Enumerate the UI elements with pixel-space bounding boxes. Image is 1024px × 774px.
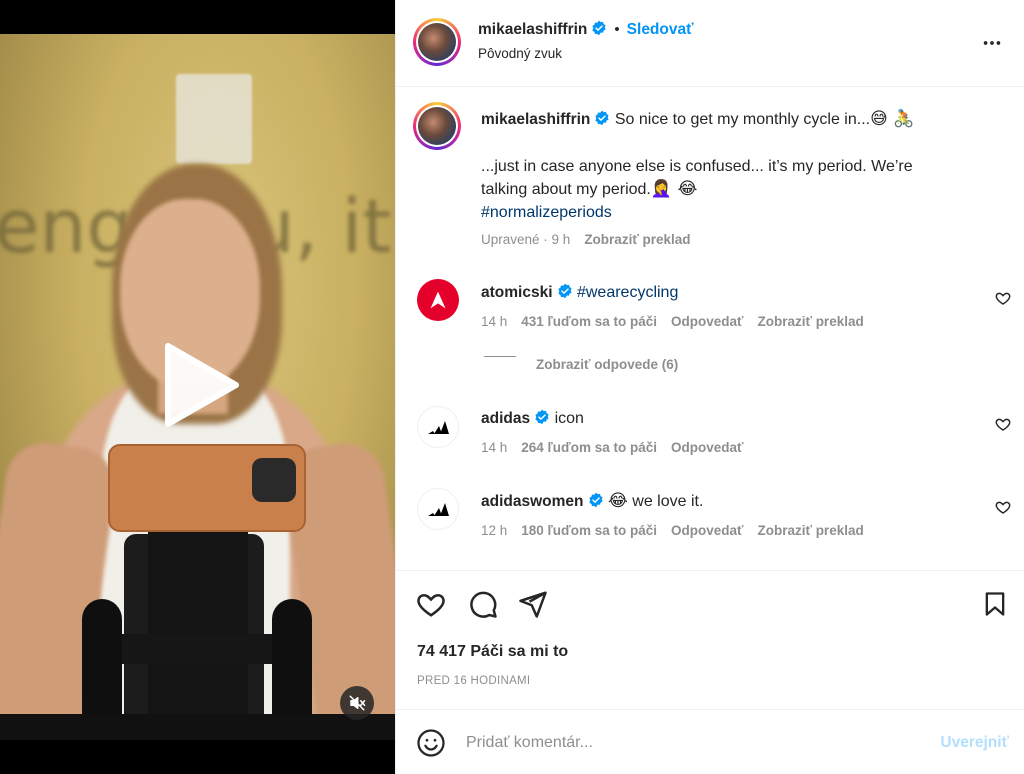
comment-like-heart-icon[interactable] — [995, 499, 1011, 520]
verified-badge-icon — [591, 20, 607, 41]
comment-adidas: adidas icon 14 h 264 ľuďom sa to páči Odpo… — [481, 407, 743, 455]
comment-hashtag[interactable]: #wearecycling — [577, 284, 678, 301]
comment-emoji: 😂 — [607, 491, 628, 511]
reply-button[interactable]: Odpovedať — [671, 440, 743, 455]
comment-like-heart-icon[interactable] — [995, 416, 1011, 437]
atomicski-avatar[interactable] — [417, 279, 459, 321]
caption-emojis-1: 😅 🚴 — [870, 109, 915, 129]
phone-camera — [252, 458, 296, 502]
phone-on-mount — [108, 444, 306, 532]
caption-line-2: ...just in case anyone else is confused.… — [481, 158, 913, 175]
audio-label[interactable]: Pôvodný zvuk — [478, 46, 562, 61]
separator-dot: • — [614, 21, 620, 38]
caption-line-1: So nice to get my monthly cycle in... — [614, 111, 871, 128]
follow-button[interactable]: Sledovať — [627, 21, 694, 38]
video-player[interactable]: enge ou, it — [0, 0, 395, 774]
translate-link[interactable]: Zobraziť preklad — [757, 314, 863, 329]
three-dots-icon[interactable] — [981, 32, 1003, 59]
bike-crossbar — [100, 634, 300, 664]
play-icon[interactable] — [158, 340, 242, 430]
verified-badge-icon — [557, 283, 573, 306]
save-bookmark-icon[interactable] — [981, 589, 1009, 624]
author-username[interactable]: mikaelashiffrin — [478, 21, 587, 38]
verified-badge-icon — [588, 492, 604, 515]
like-count[interactable]: 74 417 Páči sa mi to — [417, 643, 568, 661]
comment-text: icon — [554, 410, 584, 427]
author-avatar[interactable] — [413, 18, 461, 66]
comment-input[interactable] — [466, 730, 916, 756]
comment-time[interactable]: 14 h — [481, 314, 507, 329]
comment-time[interactable]: 14 h — [481, 440, 507, 455]
comment-bubble-icon[interactable] — [468, 589, 498, 624]
caption-translate-link[interactable]: Zobraziť preklad — [584, 232, 690, 247]
caption-hashtag[interactable]: #normalizeperiods — [481, 201, 1001, 224]
caption-emojis-3: 🤦‍♀️ 😂 — [650, 179, 698, 199]
speaker-muted-icon[interactable] — [340, 686, 374, 720]
comment-adidaswomen: adidaswomen 😂 we love it. 12 h 180 ľuďom … — [481, 490, 864, 538]
comments-list[interactable]: mikaelashiffrin So nice to get my monthl… — [396, 88, 1024, 570]
comment-author[interactable]: adidaswomen — [481, 493, 584, 510]
comment-likes[interactable]: 180 ľuďom sa to páči — [521, 523, 657, 538]
comment-like-heart-icon[interactable] — [995, 290, 1011, 311]
post-panel: mikaelashiffrin • Sledovať Pôvodný zvuk mi… — [395, 0, 1024, 774]
share-paper-plane-icon[interactable] — [518, 589, 548, 624]
comment-likes[interactable]: 431 ľuďom sa to páči — [521, 314, 657, 329]
caption-line-3: talking about my period. — [481, 181, 651, 198]
caption-edited-time[interactable]: Upravené · 9 h — [481, 232, 570, 247]
emoji-smiley-icon[interactable] — [416, 728, 446, 763]
wall-sign — [176, 74, 252, 164]
post-comment-button[interactable]: Uverejniť — [940, 734, 1009, 752]
like-heart-icon[interactable] — [416, 589, 446, 624]
adidaswomen-avatar[interactable] — [417, 488, 459, 530]
caption-author[interactable]: mikaelashiffrin — [481, 111, 590, 128]
reply-button[interactable]: Odpovedať — [671, 523, 743, 538]
comment-text: we love it. — [632, 493, 704, 510]
bike-handlebar — [0, 714, 395, 740]
comment-atomicski: atomicski #wearecycling 14 h 431 ľuďom sa… — [481, 281, 864, 329]
posted-time[interactable]: PRED 16 HODINAMI — [417, 675, 530, 687]
comment-composer: Uverejniť — [396, 709, 1024, 774]
caption-author-avatar[interactable] — [413, 102, 461, 150]
comment-time[interactable]: 12 h — [481, 523, 507, 538]
comment-author[interactable]: atomicski — [481, 284, 553, 301]
adidas-avatar[interactable] — [417, 406, 459, 448]
translate-link[interactable]: Zobraziť preklad — [757, 523, 863, 538]
caption: mikaelashiffrin So nice to get my monthl… — [481, 108, 1001, 247]
verified-badge-icon — [534, 409, 550, 432]
reply-button[interactable]: Odpovedať — [671, 314, 743, 329]
comment-author[interactable]: adidas — [481, 410, 530, 427]
replies-divider — [484, 356, 516, 357]
view-replies-link[interactable]: Zobraziť odpovede (6) — [536, 357, 678, 372]
verified-badge-icon — [594, 110, 610, 133]
comment-likes[interactable]: 264 ľuďom sa to páči — [521, 440, 657, 455]
post-header: mikaelashiffrin • Sledovať Pôvodný zvuk — [396, 0, 1024, 87]
post-actions: 74 417 Páči sa mi to PRED 16 HODINAMI — [396, 570, 1024, 710]
